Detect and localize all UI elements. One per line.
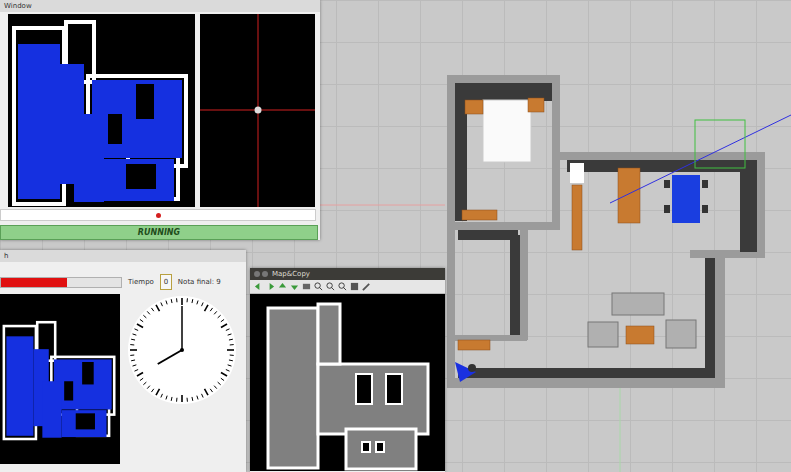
- zoom-out-icon[interactable]: [326, 282, 335, 291]
- coverage-map: [0, 294, 120, 464]
- table: [672, 175, 700, 223]
- arrow-up-icon[interactable]: [278, 282, 287, 291]
- progress-bar: [0, 277, 122, 288]
- arrow-left-icon[interactable]: [254, 282, 263, 291]
- desktop: Window RUNNING h Tiempo 0 Nota final: 9 Map&Co…: [0, 0, 791, 472]
- window-title: Map&Copy: [272, 270, 310, 278]
- title-bar[interactable]: Map&Copy: [250, 268, 445, 280]
- status-bar: RUNNING: [0, 225, 318, 240]
- map-copy-window[interactable]: Map&Copy: [250, 268, 445, 472]
- bed: [483, 100, 531, 162]
- copy-map: [250, 294, 445, 471]
- progress-fill: [1, 278, 67, 287]
- sim-body: [0, 12, 320, 207]
- toolbar: [250, 280, 445, 294]
- robot-icon[interactable]: [455, 362, 476, 382]
- zoom-in-icon[interactable]: [314, 282, 323, 291]
- sim-window[interactable]: Window RUNNING: [0, 0, 320, 240]
- indicator-strip: [0, 209, 316, 221]
- window-title: h: [4, 252, 8, 260]
- zoom-fit-icon[interactable]: [338, 282, 347, 291]
- status-indicator: [156, 213, 161, 218]
- grade-label: Nota final: 9: [178, 278, 221, 286]
- eval-window[interactable]: h Tiempo 0 Nota final: 9: [0, 250, 246, 472]
- analog-clock: [126, 294, 238, 406]
- arrow-down-icon[interactable]: [290, 282, 299, 291]
- close-icon[interactable]: [254, 271, 260, 277]
- robot-marker-icon: [255, 107, 262, 114]
- save-icon[interactable]: [350, 282, 359, 291]
- eval-body: [0, 294, 246, 464]
- image-icon[interactable]: [302, 282, 311, 291]
- minimize-icon[interactable]: [262, 271, 268, 277]
- title-bar[interactable]: h: [0, 250, 246, 262]
- window-title: Window: [4, 2, 32, 10]
- robot-view: [200, 14, 315, 207]
- title-bar[interactable]: Window: [0, 0, 320, 12]
- coverage-map: [8, 14, 195, 207]
- window-controls[interactable]: [254, 271, 268, 277]
- eval-toolbar: Tiempo 0 Nota final: 9: [0, 262, 246, 294]
- time-field[interactable]: 0: [160, 274, 172, 290]
- clock-box: [126, 294, 238, 410]
- tool-icon[interactable]: [362, 282, 371, 291]
- time-label: Tiempo: [128, 278, 154, 286]
- arrow-right-icon[interactable]: [266, 282, 275, 291]
